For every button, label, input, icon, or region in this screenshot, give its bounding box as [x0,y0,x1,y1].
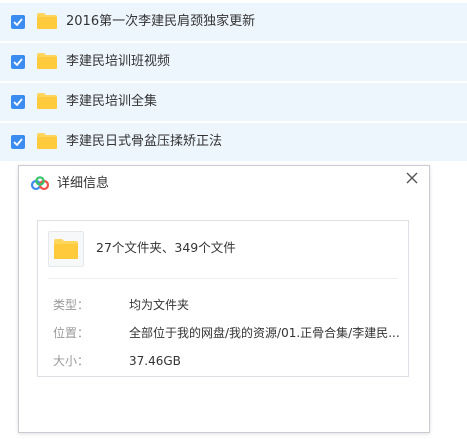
size-label: 大小： [53,354,90,368]
folder-icon [48,231,84,267]
checkbox-icon[interactable] [11,135,25,149]
baidu-cloud-logo-icon [30,176,50,196]
file-row[interactable]: 2016第一次李建民肩颈独家更新 [0,3,467,41]
summary-text: 27个文件夹、349个文件 [96,240,236,255]
location-label: 位置： [53,326,90,340]
close-icon[interactable] [405,171,419,185]
checkbox-icon[interactable] [11,55,25,69]
info-card: 27个文件夹、349个文件 类型： 均为文件夹 位置： 全部位于我的网盘/我的资… [37,220,409,377]
folder-icon [36,52,58,74]
checkbox-icon[interactable] [11,15,25,29]
location-value[interactable]: 全部位于我的网盘/我的资源/01.正骨合集/李建民... [129,325,401,341]
file-name[interactable]: 李建民培训班视频 [66,53,170,71]
dialog-header: 详细信息 [19,166,429,202]
details-dialog: 详细信息 27个文件夹、349个文件 类型： 均为文件夹 位置： 全部位于我的网… [18,165,430,433]
dialog-title: 详细信息 [57,176,110,191]
file-row[interactable]: 李建民培训班视频 [0,43,467,81]
file-name[interactable]: 2016第一次李建民肩颈独家更新 [66,13,255,31]
file-name[interactable]: 李建民日式骨盆压揉矫正法 [66,133,222,151]
checkbox-icon[interactable] [11,95,25,109]
folder-icon [36,132,58,154]
folder-icon [36,12,58,34]
divider [48,278,398,279]
file-row[interactable]: 李建民日式骨盆压揉矫正法 [0,123,467,161]
size-value: 37.46GB [129,354,181,368]
folder-icon [36,92,58,114]
type-value: 均为文件夹 [129,298,190,312]
type-label: 类型： [53,298,90,312]
file-name[interactable]: 李建民培训全集 [66,93,157,111]
file-row[interactable]: 李建民培训全集 [0,83,467,121]
